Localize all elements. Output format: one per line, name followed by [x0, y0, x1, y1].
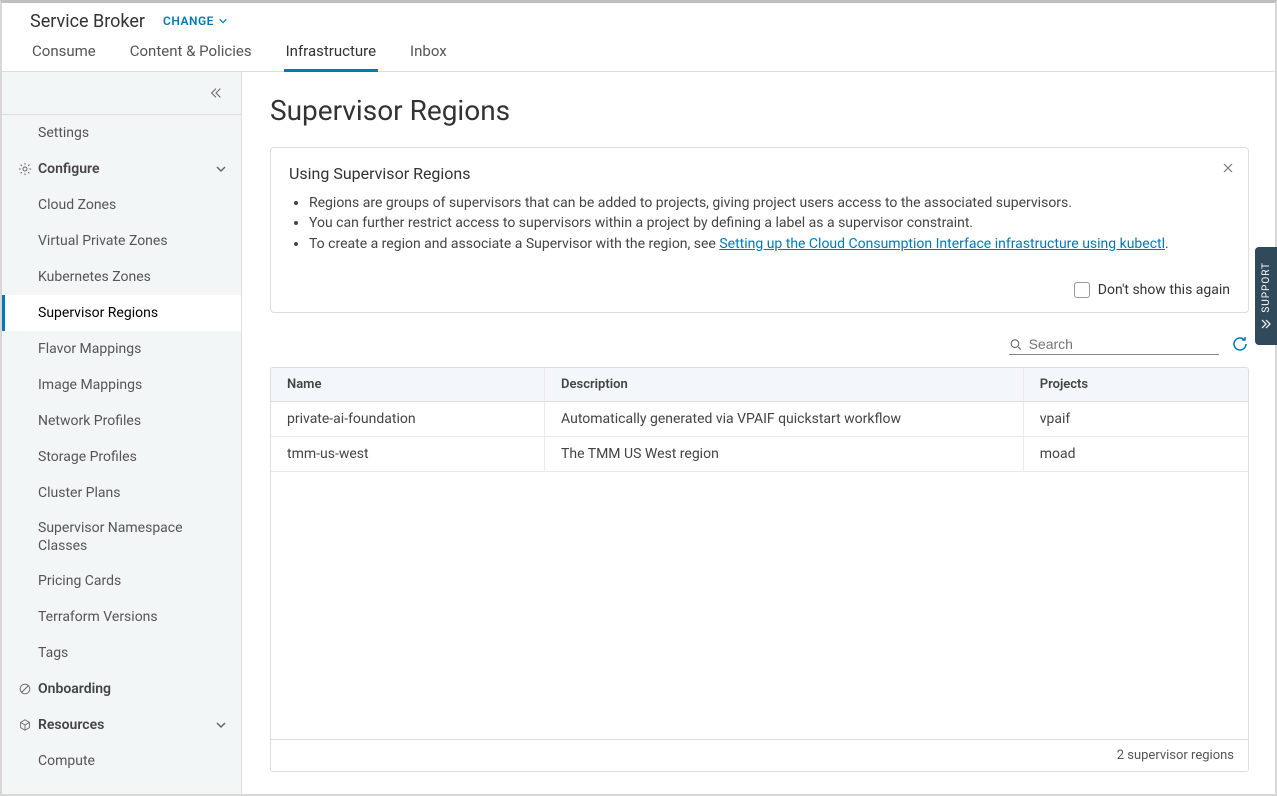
- sidebar-group-configure[interactable]: Configure: [2, 151, 241, 187]
- sidebar-item-pricing-cards[interactable]: Pricing Cards: [2, 563, 241, 599]
- sidebar-item-label: Supervisor Regions: [38, 305, 158, 321]
- sidebar-item-label: Kubernetes Zones: [38, 269, 151, 285]
- dont-show-label: Don't show this again: [1098, 282, 1230, 298]
- tab-inbox[interactable]: Inbox: [408, 34, 449, 72]
- sidebar-item-supervisor-namespace-classes[interactable]: Supervisor Namespace Classes: [2, 511, 241, 563]
- info-bullet-text: .: [1165, 236, 1169, 252]
- sidebar: Settings Configure Cloud Zones Virtual Pr…: [2, 72, 242, 794]
- table-toolbar: [270, 335, 1249, 357]
- cell-projects: moad: [1023, 436, 1248, 471]
- sidebar-item-label: Storage Profiles: [38, 449, 137, 465]
- double-chevron-left-icon: [1260, 318, 1272, 330]
- sidebar-item-cloud-zones[interactable]: Cloud Zones: [2, 187, 241, 223]
- refresh-button[interactable]: [1231, 335, 1249, 357]
- sidebar-group-resources[interactable]: Resources: [2, 707, 241, 743]
- sidebar-item-label: Settings: [38, 125, 89, 141]
- tab-consume[interactable]: Consume: [30, 34, 98, 72]
- gear-icon: [16, 162, 34, 176]
- column-header[interactable]: Description: [545, 368, 1024, 402]
- support-tab[interactable]: SUPPORT: [1255, 247, 1277, 345]
- info-bullet: You can further restrict access to super…: [309, 213, 1230, 233]
- sidebar-item-virtual-private-zones[interactable]: Virtual Private Zones: [2, 223, 241, 259]
- sidebar-group-label: Resources: [38, 717, 104, 733]
- search-icon: [1009, 337, 1023, 352]
- sidebar-item-storage-profiles[interactable]: Storage Profiles: [2, 439, 241, 475]
- sidebar-item-image-mappings[interactable]: Image Mappings: [2, 367, 241, 403]
- sidebar-group-label: Onboarding: [38, 681, 111, 697]
- cell-description: Automatically generated via VPAIF quicks…: [545, 401, 1024, 436]
- column-header[interactable]: Name: [271, 368, 545, 402]
- double-chevron-left-icon: [209, 86, 223, 100]
- sidebar-item-label: Network Profiles: [38, 413, 141, 429]
- info-card-title: Using Supervisor Regions: [289, 164, 1230, 183]
- sidebar-item-label: Cluster Plans: [38, 485, 121, 501]
- column-header[interactable]: Projects: [1023, 368, 1248, 402]
- sidebar-group-label: Configure: [38, 161, 99, 177]
- sidebar-item-label: Flavor Mappings: [38, 341, 141, 357]
- cell-description: The TMM US West region: [545, 436, 1024, 471]
- chevron-down-icon: [215, 163, 227, 175]
- info-card: Using Supervisor Regions Regions are gro…: [270, 147, 1249, 313]
- main-content: Supervisor Regions Using Supervisor Regi…: [242, 72, 1275, 794]
- sidebar-item-label: Virtual Private Zones: [38, 233, 168, 249]
- cell-projects: vpaif: [1023, 401, 1248, 436]
- info-bullet: Regions are groups of supervisors that c…: [309, 193, 1230, 213]
- search-field[interactable]: [1009, 336, 1219, 355]
- sidebar-item-kubernetes-zones[interactable]: Kubernetes Zones: [2, 259, 241, 295]
- change-app-link[interactable]: CHANGE: [163, 14, 228, 28]
- sidebar-group-onboarding[interactable]: Onboarding: [2, 671, 241, 707]
- sidebar-item-settings[interactable]: Settings: [2, 115, 241, 151]
- sidebar-item-supervisor-regions[interactable]: Supervisor Regions: [2, 295, 241, 331]
- app-title: Service Broker: [30, 11, 145, 32]
- info-bullet-text: To create a region and associate a Super…: [309, 236, 719, 252]
- tab-infrastructure[interactable]: Infrastructure: [284, 34, 378, 72]
- app-header: Service Broker CHANGE Consume Content & P…: [2, 3, 1275, 72]
- sidebar-item-compute[interactable]: Compute: [2, 743, 241, 779]
- sidebar-item-label: Supervisor Namespace Classes: [38, 519, 227, 555]
- cube-icon: [16, 718, 34, 732]
- close-icon: [1222, 162, 1234, 174]
- search-input[interactable]: [1029, 336, 1219, 352]
- tab-content-policies[interactable]: Content & Policies: [128, 34, 254, 72]
- info-card-list: Regions are groups of supervisors that c…: [289, 193, 1230, 254]
- sidebar-item-terraform-versions[interactable]: Terraform Versions: [2, 599, 241, 635]
- cell-name: private-ai-foundation: [271, 401, 545, 436]
- refresh-icon: [1231, 335, 1249, 353]
- sidebar-item-network-profiles[interactable]: Network Profiles: [2, 403, 241, 439]
- disabled-icon: [16, 682, 34, 696]
- cell-name: tmm-us-west: [271, 436, 545, 471]
- close-button[interactable]: [1222, 162, 1234, 178]
- sidebar-item-label: Pricing Cards: [38, 573, 121, 589]
- sidebar-item-label: Tags: [38, 645, 68, 661]
- main-tabs: Consume Content & Policies Infrastructure I…: [30, 33, 1275, 72]
- support-label: SUPPORT: [1261, 262, 1272, 313]
- sidebar-item-label: Cloud Zones: [38, 197, 116, 213]
- chevron-down-icon: [218, 16, 228, 26]
- sidebar-item-label: Image Mappings: [38, 377, 142, 393]
- regions-table: NameDescriptionProjects private-ai-found…: [270, 367, 1249, 772]
- info-link[interactable]: Setting up the Cloud Consumption Interfa…: [719, 236, 1165, 252]
- sidebar-item-label: Terraform Versions: [38, 609, 158, 625]
- sidebar-item-tags[interactable]: Tags: [2, 635, 241, 671]
- info-bullet: To create a region and associate a Super…: [309, 234, 1230, 254]
- chevron-down-icon: [215, 719, 227, 731]
- page-title: Supervisor Regions: [270, 94, 1249, 127]
- sidebar-collapse-button[interactable]: [2, 72, 241, 115]
- change-label: CHANGE: [163, 14, 214, 28]
- table-row[interactable]: private-ai-foundationAutomatically gener…: [271, 401, 1248, 436]
- table-footer: 2 supervisor regions: [271, 739, 1248, 771]
- sidebar-item-flavor-mappings[interactable]: Flavor Mappings: [2, 331, 241, 367]
- sidebar-item-label: Compute: [38, 753, 95, 769]
- table-row[interactable]: tmm-us-westThe TMM US West regionmoad: [271, 436, 1248, 471]
- sidebar-item-cluster-plans[interactable]: Cluster Plans: [2, 475, 241, 511]
- dont-show-checkbox[interactable]: [1074, 282, 1090, 298]
